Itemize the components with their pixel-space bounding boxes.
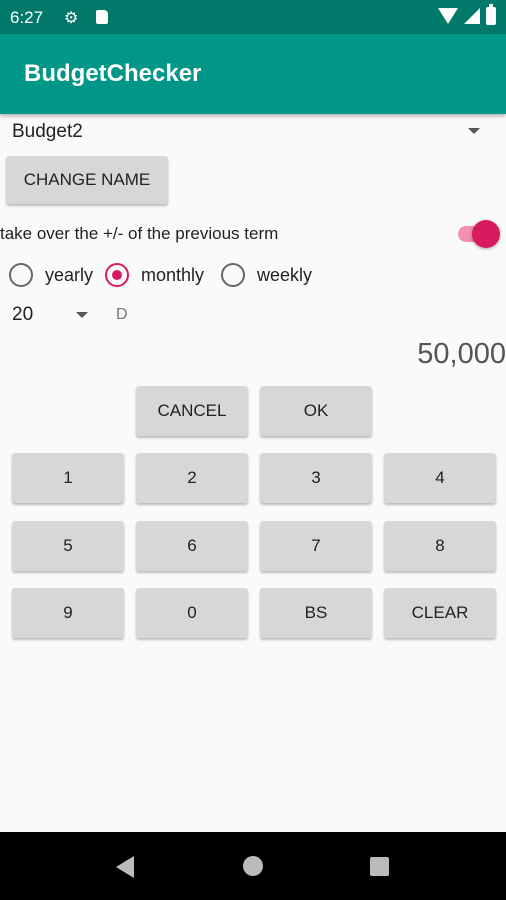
sd-card-icon — [96, 10, 108, 24]
status-indicators — [438, 4, 496, 25]
cancel-button[interactable]: CANCEL — [136, 386, 248, 436]
backspace-button[interactable]: BS — [260, 588, 372, 638]
radio-yearly[interactable] — [9, 263, 33, 287]
app-bar: BudgetChecker — [0, 34, 506, 114]
day-unit: D — [116, 306, 128, 323]
keypad-key-7[interactable]: 7 — [260, 521, 372, 571]
keypad-key-0[interactable]: 0 — [136, 588, 248, 638]
status-time: 6:27 — [10, 8, 44, 27]
settings-gear-icon: ⚙ — [64, 10, 79, 27]
radio-yearly-label: yearly — [45, 265, 94, 285]
radio-weekly[interactable] — [221, 263, 245, 287]
battery-icon — [486, 4, 496, 25]
home-icon[interactable] — [243, 856, 263, 876]
budget-name-spinner[interactable]: Budget2 — [0, 118, 496, 148]
recents-icon[interactable] — [370, 857, 389, 876]
chevron-down-icon — [76, 312, 88, 318]
app-title: BudgetChecker — [24, 60, 202, 87]
status-bar: 6:27 ⚙ — [0, 0, 506, 34]
keypad-key-2[interactable]: 2 — [136, 453, 248, 503]
change-name-button[interactable]: CHANGE NAME — [6, 156, 168, 204]
back-icon[interactable] — [116, 856, 134, 878]
chevron-down-icon — [468, 128, 480, 134]
clear-button[interactable]: CLEAR — [384, 588, 496, 638]
radio-monthly[interactable] — [105, 263, 129, 287]
radio-weekly-label: weekly — [257, 265, 313, 285]
takeover-label: take over the +/- of the previous term — [0, 224, 279, 243]
keypad-key-1[interactable]: 1 — [12, 453, 124, 503]
keypad-key-3[interactable]: 3 — [260, 453, 372, 503]
keypad-key-6[interactable]: 6 — [136, 521, 248, 571]
keypad-key-8[interactable]: 8 — [384, 521, 496, 571]
radio-selected-dot — [112, 270, 122, 280]
ok-button[interactable]: OK — [260, 386, 372, 436]
cell-signal-icon — [464, 8, 480, 24]
radio-monthly-label: monthly — [141, 265, 205, 285]
switch-thumb — [472, 220, 500, 248]
keypad-key-5[interactable]: 5 — [12, 521, 124, 571]
wifi-icon — [438, 8, 458, 24]
amount-display: 50,000 — [417, 338, 506, 370]
keypad-key-4[interactable]: 4 — [384, 453, 496, 503]
day-value: 20 — [12, 304, 34, 325]
keypad-key-9[interactable]: 9 — [12, 588, 124, 638]
budget-name-value: Budget2 — [12, 121, 83, 142]
